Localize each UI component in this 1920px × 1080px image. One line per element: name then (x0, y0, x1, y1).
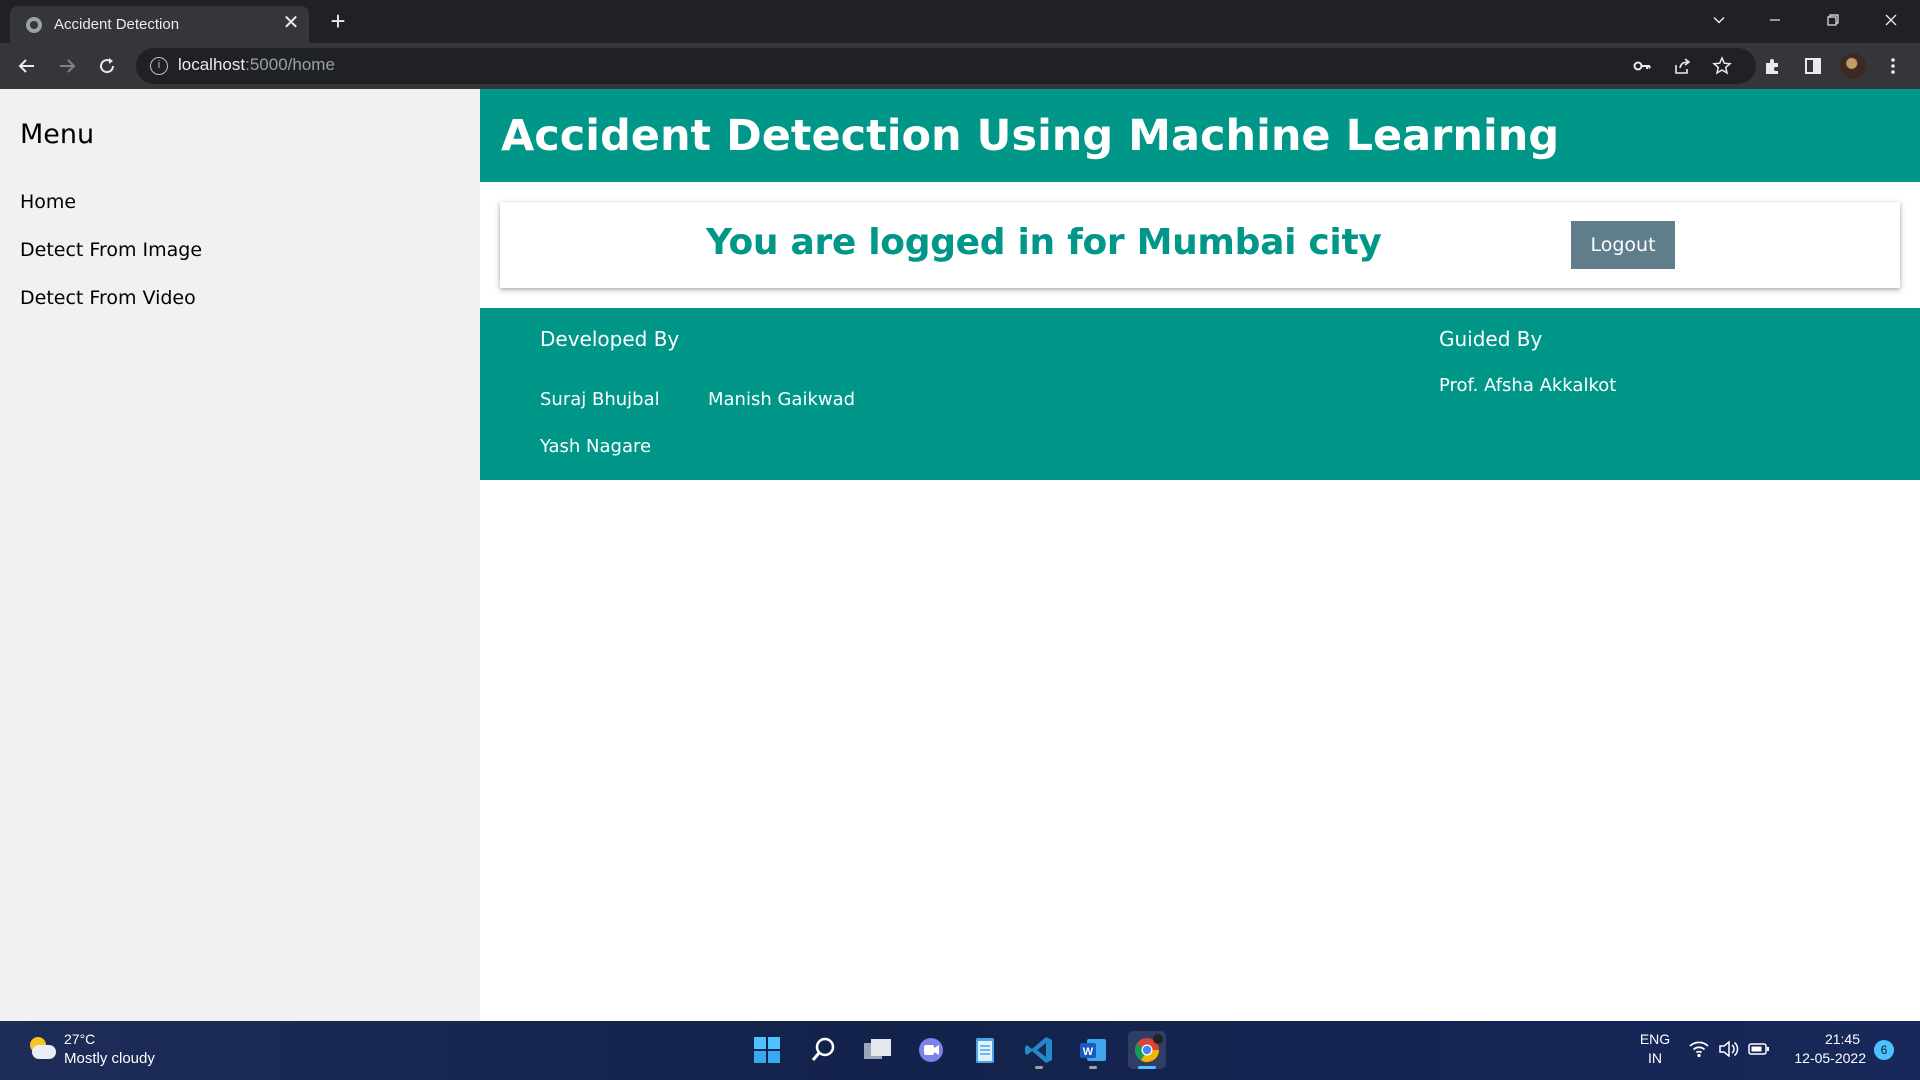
taskbar: 27°C Mostly cloudy W ENG IN 21:45 12-05-… (0, 1021, 1920, 1080)
vscode-icon[interactable] (1020, 1031, 1058, 1069)
developer-name: Yash Nagare (540, 436, 652, 457)
svg-text:W: W (1083, 1046, 1094, 1058)
windows-start-icon[interactable] (748, 1031, 786, 1069)
wifi-icon[interactable] (1688, 1039, 1710, 1063)
battery-icon[interactable] (1748, 1041, 1770, 1061)
profile-avatar[interactable] (1840, 53, 1866, 79)
notification-badge[interactable]: 6 (1874, 1040, 1894, 1060)
reload-icon[interactable] (90, 49, 124, 83)
globe-icon (26, 17, 42, 33)
browser-toolbar: i localhost:5000/home (0, 43, 1920, 89)
developer-name: Suraj Bhujbal (540, 389, 660, 410)
browser-tab-strip: Accident Detection ✕ + (0, 0, 1920, 43)
word-icon[interactable]: W (1074, 1031, 1112, 1069)
sidebar-item-home[interactable]: Home (20, 191, 76, 213)
chrome-icon[interactable] (1128, 1031, 1166, 1069)
url-text[interactable]: localhost:5000/home (178, 55, 335, 75)
key-icon[interactable] (1630, 54, 1654, 78)
logout-button[interactable]: Logout (1571, 221, 1675, 269)
language-indicator[interactable]: ENG (1638, 1031, 1672, 1047)
close-window-icon[interactable] (1868, 4, 1914, 36)
site-info-icon[interactable]: i (150, 57, 168, 75)
tab-title: Accident Detection (54, 16, 180, 33)
developer-name: Manish Gaikwad (708, 389, 856, 410)
sidebar-item-detect-from-video[interactable]: Detect From Video (20, 287, 196, 309)
close-tab-icon[interactable]: ✕ (280, 12, 302, 34)
guided-by-heading: Guided By (1439, 327, 1543, 351)
restore-icon[interactable] (1810, 4, 1856, 36)
more-options-icon[interactable] (1881, 54, 1905, 78)
forward-arrow-icon[interactable] (50, 49, 84, 83)
bookmark-star-icon[interactable] (1710, 54, 1734, 78)
share-icon[interactable] (1670, 54, 1694, 78)
volume-icon[interactable] (1717, 1039, 1739, 1063)
weather-cloudy-icon[interactable] (26, 1037, 56, 1061)
clock-date[interactable]: 12-05-2022 (1780, 1050, 1866, 1066)
new-tab-button[interactable]: + (324, 8, 352, 36)
minimize-icon[interactable] (1752, 4, 1798, 36)
login-status-message: You are logged in for Mumbai city (706, 222, 1382, 263)
task-view-icon[interactable] (858, 1031, 896, 1069)
login-status-card: You are logged in for Mumbai city Logout (500, 202, 1900, 288)
sidebar-menu: Menu Home Detect From Image Detect From … (0, 89, 480, 1021)
sidebar-item-detect-from-image[interactable]: Detect From Image (20, 239, 202, 261)
menu-title: Menu (20, 119, 95, 150)
address-bar[interactable]: i localhost:5000/home (136, 48, 1756, 84)
main-content: Accident Detection Using Machine Learnin… (480, 89, 1920, 1021)
back-arrow-icon[interactable] (10, 49, 44, 83)
notepad-icon[interactable] (966, 1031, 1004, 1069)
credits-panel: Developed By Suraj Bhujbal Manish Gaikwa… (480, 308, 1920, 480)
extensions-puzzle-icon[interactable] (1761, 54, 1785, 78)
weather-condition[interactable]: Mostly cloudy (64, 1050, 155, 1067)
region-indicator[interactable]: IN (1638, 1050, 1672, 1066)
side-panel-icon[interactable] (1801, 54, 1825, 78)
weather-temperature[interactable]: 27°C (64, 1031, 95, 1047)
developed-by-heading: Developed By (540, 327, 680, 351)
search-icon[interactable] (804, 1031, 842, 1069)
page-header: Accident Detection Using Machine Learnin… (480, 89, 1920, 182)
teams-chat-icon[interactable] (912, 1031, 950, 1069)
browser-tab[interactable]: Accident Detection ✕ (10, 6, 309, 43)
page-title: Accident Detection Using Machine Learnin… (501, 111, 1560, 161)
clock-time[interactable]: 21:45 (1780, 1031, 1860, 1047)
chevron-down-icon[interactable] (1696, 4, 1742, 36)
guide-name: Prof. Afsha Akkalkot (1439, 375, 1617, 396)
